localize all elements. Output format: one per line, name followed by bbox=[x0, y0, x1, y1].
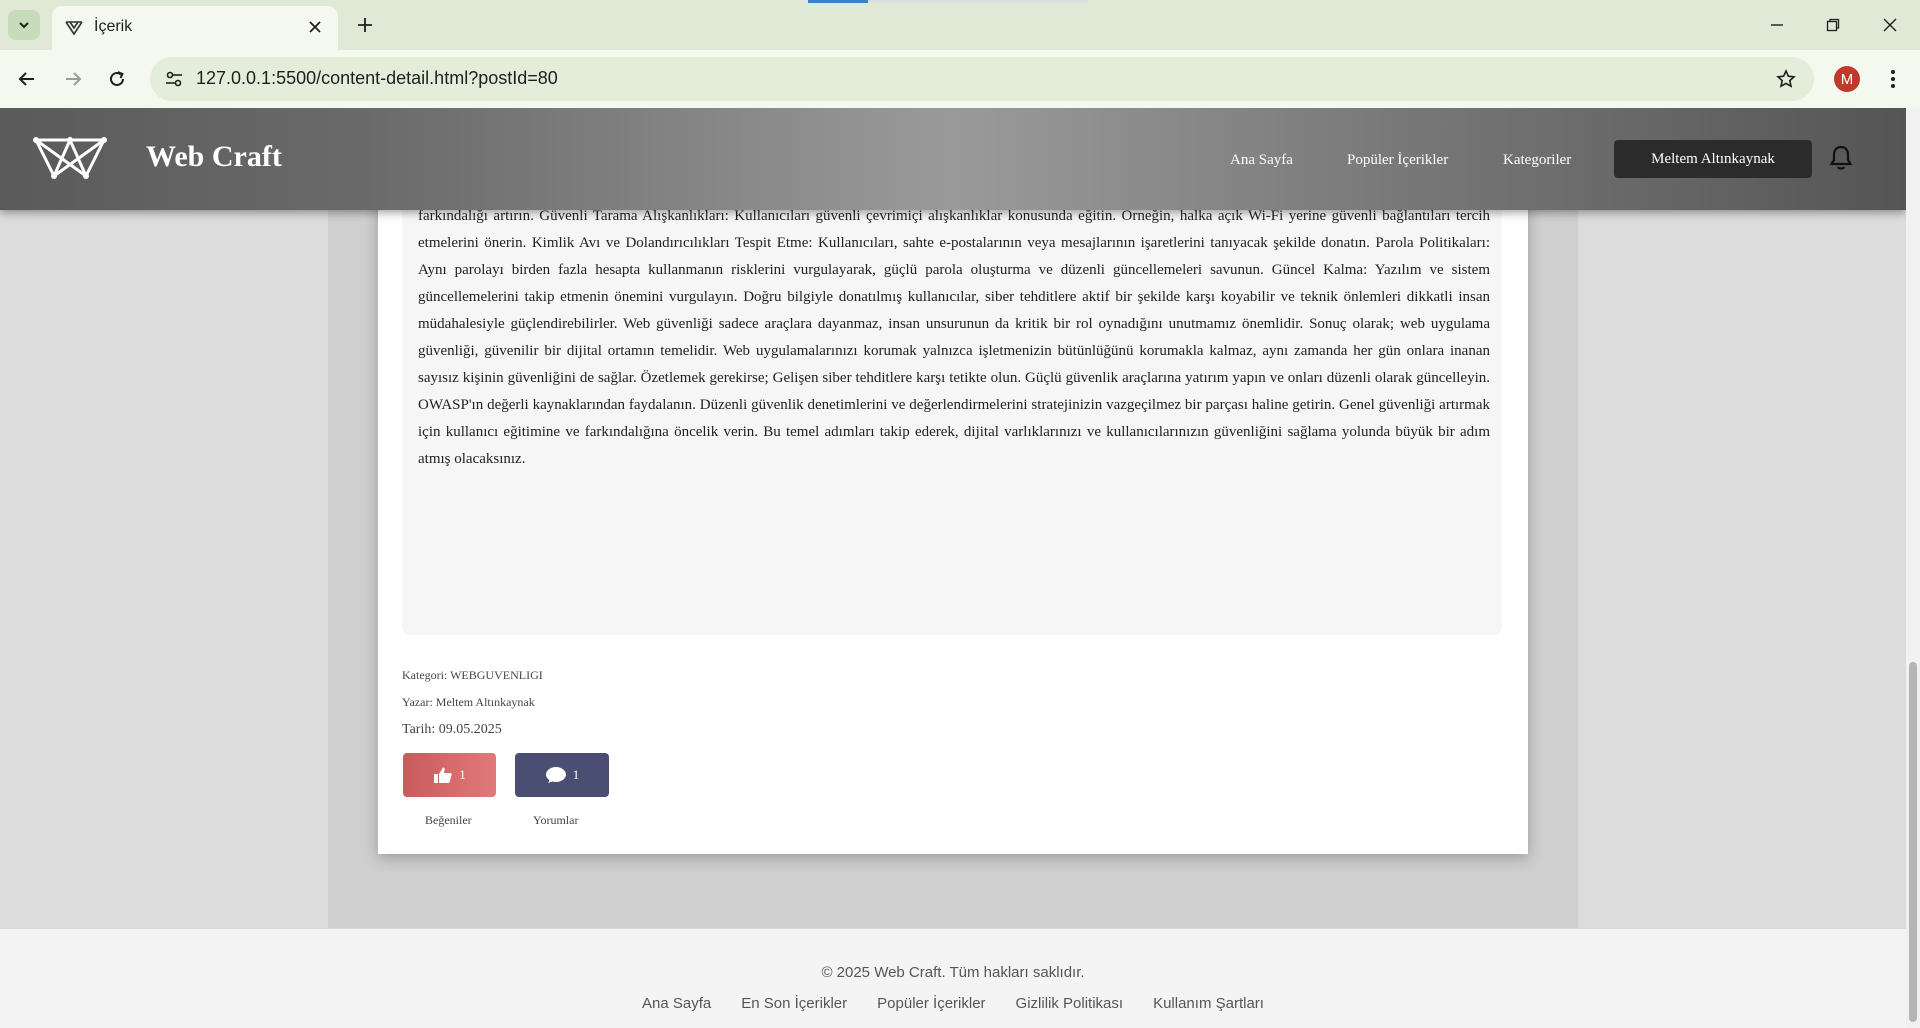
footer-links: Ana Sayfa En Son İçerikler Popüler İçeri… bbox=[0, 995, 1906, 1012]
more-menu-icon[interactable] bbox=[1880, 64, 1906, 94]
footer-link-home[interactable]: Ana Sayfa bbox=[642, 995, 711, 1012]
post-date: Tarih: 09.05.2025 bbox=[402, 722, 502, 737]
thumbs-up-icon bbox=[434, 767, 452, 783]
footer-link-terms[interactable]: Kullanım Şartları bbox=[1153, 995, 1264, 1012]
scrollbar-thumb[interactable] bbox=[1909, 662, 1917, 1022]
tab-search-button[interactable] bbox=[8, 10, 40, 40]
tab-title: İçerik bbox=[94, 18, 133, 35]
nav-home[interactable]: Ana Sayfa bbox=[1230, 152, 1293, 169]
nav-categories[interactable]: Kategoriler bbox=[1503, 152, 1571, 169]
likes-caption: Beğeniler bbox=[425, 813, 472, 827]
site-footer: © 2025 Web Craft. Tüm hakları saklıdır. … bbox=[0, 929, 1906, 1028]
tab-strip-indicator bbox=[868, 0, 1088, 2]
site-info-icon[interactable] bbox=[162, 67, 186, 91]
post-card: Düzenli denetimler ve dikkatli izleme, s… bbox=[378, 108, 1528, 854]
new-tab-icon[interactable] bbox=[352, 12, 378, 38]
chevron-down-icon bbox=[19, 22, 29, 29]
favicon-icon bbox=[65, 21, 83, 36]
address-bar[interactable]: 127.0.0.1:5500/content-detail.html?postI… bbox=[150, 57, 1814, 101]
like-count: 1 bbox=[459, 767, 466, 782]
site-header: Web Craft Ana Sayfa Popüler İçerikler Ka… bbox=[0, 108, 1906, 210]
forward-arrow-icon[interactable] bbox=[58, 64, 88, 94]
browser-toolbar: 127.0.0.1:5500/content-detail.html?postI… bbox=[0, 50, 1920, 108]
restore-icon[interactable] bbox=[1820, 12, 1846, 38]
close-tab-icon[interactable] bbox=[304, 16, 326, 38]
like-button[interactable]: 1 bbox=[403, 753, 496, 797]
close-window-icon[interactable] bbox=[1877, 12, 1903, 38]
minimize-icon[interactable] bbox=[1764, 12, 1790, 38]
browser-tab-bar: İçerik bbox=[0, 0, 1920, 50]
url-text[interactable]: 127.0.0.1:5500/content-detail.html?postI… bbox=[196, 68, 558, 89]
nav-popular[interactable]: Popüler İçerikler bbox=[1347, 152, 1448, 169]
page-scrollbar[interactable] bbox=[1906, 108, 1920, 1028]
post-author: Yazar: Meltem Altınkaynak bbox=[402, 695, 535, 709]
brand-name[interactable]: Web Craft bbox=[146, 140, 282, 174]
footer-copyright: © 2025 Web Craft. Tüm hakları saklıdır. bbox=[821, 964, 1085, 981]
comments-caption: Yorumlar bbox=[533, 813, 579, 827]
comment-bubble-icon bbox=[545, 767, 566, 783]
footer-link-popular[interactable]: Popüler İçerikler bbox=[877, 995, 985, 1012]
user-menu-button[interactable]: Meltem Altınkaynak bbox=[1614, 140, 1812, 178]
web-craft-logo-icon[interactable] bbox=[32, 134, 108, 182]
page-viewport: Düzenli denetimler ve dikkatli izleme, s… bbox=[0, 108, 1906, 1028]
reload-icon[interactable] bbox=[102, 64, 132, 94]
back-arrow-icon[interactable] bbox=[12, 64, 42, 94]
tab-strip-indicator bbox=[808, 0, 868, 3]
comment-button[interactable]: 1 bbox=[515, 753, 609, 797]
notification-bell-icon[interactable] bbox=[1826, 142, 1856, 174]
profile-avatar[interactable]: M bbox=[1834, 66, 1860, 92]
footer-link-privacy[interactable]: Gizlilik Politikası bbox=[1016, 995, 1124, 1012]
post-category: Kategori: WEBGUVENLIGI bbox=[402, 668, 543, 682]
footer-link-latest[interactable]: En Son İçerikler bbox=[741, 995, 847, 1012]
comment-count: 1 bbox=[572, 767, 580, 782]
bookmark-star-icon[interactable] bbox=[1774, 67, 1798, 91]
browser-tab[interactable]: İçerik bbox=[52, 6, 338, 50]
